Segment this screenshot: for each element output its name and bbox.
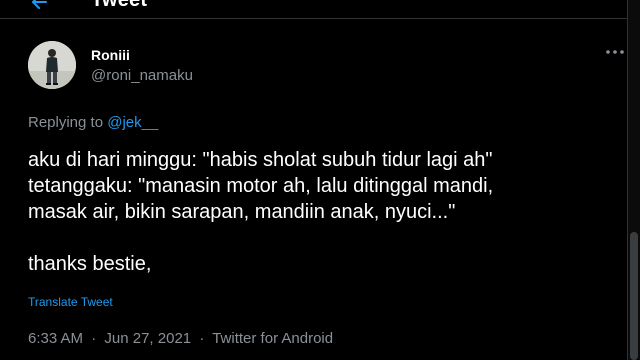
page-title: Tweet [91, 0, 148, 11]
main-column: Tweet Roniii @roni_namaku Replying to @j… [0, 0, 628, 360]
tweet-text: aku di hari minggu: "habis sholat subuh … [28, 147, 618, 277]
tweet-text-line: masak air, bikin sarapan, mandiin anak, … [28, 201, 456, 223]
replying-to-prefix: Replying to [28, 114, 104, 131]
tweet-meta: 6:33 AM · Jun 27, 2021 · Twitter for And… [28, 330, 333, 347]
tweet-text-line: tetanggaku: "manasin motor ah, lalu diti… [28, 175, 494, 197]
replying-to-mention-link[interactable]: @jek__ [107, 114, 158, 131]
meta-separator: · [199, 330, 205, 347]
translate-tweet-link[interactable]: Translate Tweet [28, 295, 113, 309]
more-dots-icon[interactable] [604, 42, 626, 62]
tweet-text-line: aku di hari minggu: "habis sholat subuh … [28, 149, 493, 171]
author-handle[interactable]: @roni_namaku [91, 67, 193, 84]
tweet-source[interactable]: Twitter for Android [212, 330, 333, 347]
tweet-detail-page: Tweet Roniii @roni_namaku Replying to @j… [0, 0, 640, 360]
meta-separator: · [91, 330, 97, 347]
replying-to: Replying to @jek__ [28, 114, 158, 131]
tweet-time[interactable]: 6:33 AM [28, 330, 83, 347]
author-display-name[interactable]: Roniii [91, 47, 130, 63]
tweet-text-line: thanks bestie, [28, 253, 152, 275]
avatar[interactable] [28, 41, 76, 89]
back-button[interactable] [30, 0, 50, 12]
page-header: Tweet [0, 0, 627, 19]
scrollbar-thumb[interactable] [630, 232, 638, 360]
tweet-date[interactable]: Jun 27, 2021 [104, 330, 191, 347]
arrow-left-icon [30, 0, 50, 12]
